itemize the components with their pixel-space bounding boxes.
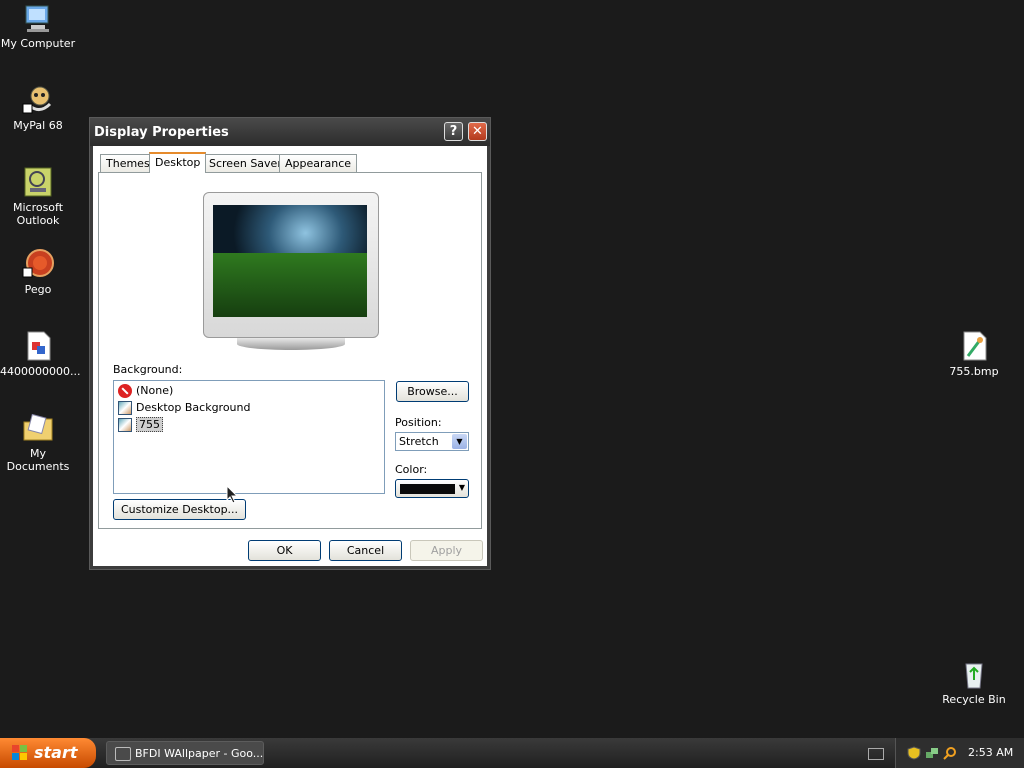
position-value: Stretch: [399, 435, 439, 448]
color-swatch: [400, 484, 455, 494]
dialog-title: Display Properties: [94, 125, 229, 140]
mouse-cursor-icon: [226, 484, 239, 507]
network-icon[interactable]: [925, 746, 939, 760]
list-item[interactable]: Desktop Background: [118, 400, 251, 416]
help-button[interactable]: ?: [444, 122, 463, 141]
tab-appearance[interactable]: Appearance: [279, 154, 358, 172]
desktop-icon-file-44[interactable]: 4400000000...: [0, 330, 81, 378]
desktop-icon-outlook[interactable]: Microsoft Outlook: [0, 166, 76, 227]
wallpaper-preview: [213, 205, 367, 317]
desktop-icon-label: Microsoft Outlook: [12, 201, 64, 227]
cancel-button[interactable]: Cancel: [329, 540, 402, 561]
tab-screen-saver[interactable]: Screen Saver: [203, 154, 288, 172]
taskbar: start BFDI WAllpaper - Goo... 2:53 AM: [0, 738, 1024, 768]
browse-button[interactable]: Browse...: [396, 381, 469, 402]
monitor-stand: [237, 338, 345, 350]
list-item-selected[interactable]: 755: [118, 417, 163, 433]
taskbar-button-bfdi-wallpaper[interactable]: BFDI WAllpaper - Goo...: [106, 741, 264, 765]
browser-icon: [115, 747, 131, 761]
clock[interactable]: 2:53 AM: [968, 746, 1013, 759]
monitor-preview: [203, 192, 379, 350]
apply-button[interactable]: Apply: [410, 540, 483, 561]
image-file-icon: [118, 401, 132, 415]
desktop-icon-label: 4400000000...: [0, 365, 81, 378]
position-label: Position:: [395, 416, 442, 429]
desktop-icon-label: Pego: [24, 283, 52, 296]
close-button[interactable]: ✕: [468, 122, 487, 141]
position-select[interactable]: Stretch ▼: [395, 432, 469, 451]
none-icon: [118, 384, 132, 398]
desktop-icon-label: MyPal 68: [13, 119, 63, 132]
system-tray: 2:53 AM: [895, 738, 1024, 768]
start-button[interactable]: start: [0, 738, 96, 768]
dialog-titlebar[interactable]: Display Properties ? ✕: [90, 118, 490, 146]
list-item-label: Desktop Background: [136, 401, 251, 414]
color-label: Color:: [395, 463, 428, 476]
desktop-icon-my-computer[interactable]: My Computer: [0, 2, 76, 50]
chevron-down-icon: ▼: [458, 483, 465, 492]
start-label: start: [34, 743, 78, 762]
taskbar-button-label: BFDI WAllpaper - Goo...: [135, 747, 264, 760]
color-picker-button[interactable]: ▼: [395, 479, 469, 498]
pego-shortcut-icon: [22, 248, 54, 280]
image-file-icon: [22, 330, 54, 362]
tab-themes[interactable]: Themes: [100, 154, 156, 172]
background-list[interactable]: (None) Desktop Background 755: [113, 380, 385, 494]
desktop-icon-recycle-bin[interactable]: Recycle Bin: [936, 658, 1012, 706]
desktop-icon-pego[interactable]: Pego: [0, 248, 76, 296]
list-item-label: (None): [136, 384, 174, 397]
dialog-client-area: Themes Desktop Screen Saver Appearance B…: [93, 146, 487, 566]
recycle-bin-icon: [958, 658, 990, 690]
display-properties-dialog: Display Properties ? ✕ Themes Desktop Sc…: [89, 117, 491, 570]
desktop-icon-label: 755.bmp: [949, 365, 999, 378]
computer-icon: [22, 2, 54, 34]
outlook-icon: [22, 166, 54, 198]
bitmap-file-icon: [958, 330, 990, 362]
background-label: Background:: [113, 363, 183, 376]
keyboard-icon[interactable]: [868, 748, 884, 760]
list-item[interactable]: (None): [118, 383, 173, 399]
desktop-icon-mypal[interactable]: MyPal 68: [0, 84, 76, 132]
mypal-shortcut-icon: [22, 84, 54, 116]
image-file-icon: [118, 418, 132, 432]
tab-desktop[interactable]: Desktop: [149, 152, 207, 173]
windows-logo-icon: [12, 745, 28, 761]
list-item-label: 755: [136, 417, 163, 432]
security-shield-icon[interactable]: [907, 746, 921, 760]
folder-icon: [22, 412, 54, 444]
desktop-icon-label: Recycle Bin: [942, 693, 1006, 706]
desktop-tab-panel: Background: (None) Desktop Background 75…: [98, 172, 482, 529]
desktop-icon-755-bmp[interactable]: 755.bmp: [936, 330, 1012, 378]
desktop-icon-label: My Computer: [0, 37, 76, 50]
chevron-down-icon[interactable]: ▼: [452, 434, 467, 449]
desktop-icon-my-documents[interactable]: My Documents: [0, 412, 76, 473]
ok-button[interactable]: OK: [248, 540, 321, 561]
desktop-icon-label: My Documents: [6, 447, 70, 473]
search-icon[interactable]: [943, 746, 957, 760]
